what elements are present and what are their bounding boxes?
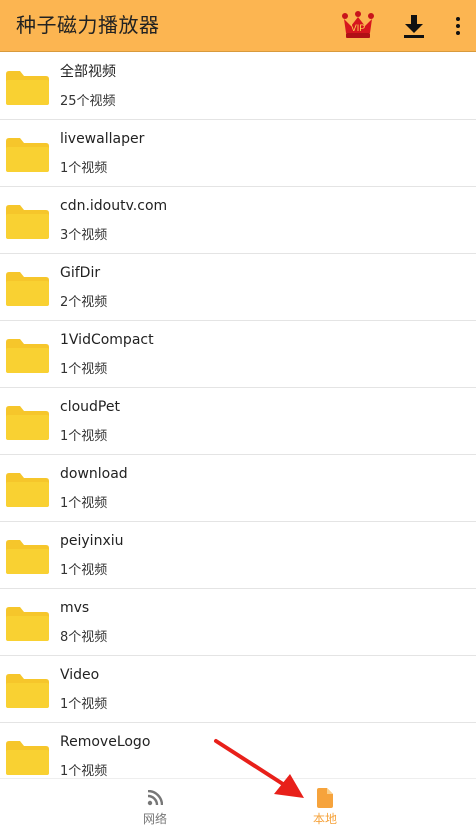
folder-name: Video xyxy=(60,667,100,683)
folder-item[interactable]: download 1个视频 xyxy=(0,455,476,522)
folder-item[interactable]: mvs 8个视频 xyxy=(0,589,476,656)
download-button[interactable] xyxy=(394,6,434,46)
folder-count: 25个视频 xyxy=(60,94,116,109)
folder-item[interactable]: Video 1个视频 xyxy=(0,656,476,723)
folder-item[interactable]: cdn.idoutv.com 3个视频 xyxy=(0,187,476,254)
folder-count: 1个视频 xyxy=(60,161,108,176)
folder-item[interactable]: 全部视频 25个视频 xyxy=(0,53,476,120)
folder-item[interactable]: peiyinxiu 1个视频 xyxy=(0,522,476,589)
folder-name: download xyxy=(60,466,128,482)
folder-item[interactable]: cloudPet 1个视频 xyxy=(0,388,476,455)
folder-count: 1个视频 xyxy=(60,697,108,712)
folder-icon xyxy=(6,741,49,775)
folder-icon xyxy=(6,339,49,373)
folder-icon xyxy=(6,138,49,172)
document-icon xyxy=(316,788,334,808)
folder-name: 全部视频 xyxy=(60,64,116,80)
more-options-button[interactable] xyxy=(440,6,476,46)
folder-icon xyxy=(6,272,49,306)
vip-badge-text: VIP xyxy=(351,23,366,33)
folder-icon xyxy=(6,674,49,708)
crown-vip-icon: VIP xyxy=(342,11,374,38)
folder-name: cloudPet xyxy=(60,399,120,415)
folder-item[interactable]: livewallaper 1个视频 xyxy=(0,120,476,187)
tab-local-label: 本地 xyxy=(312,812,337,826)
folder-item[interactable]: GifDir 2个视频 xyxy=(0,254,476,321)
app-title: 种子磁力播放器 xyxy=(16,13,160,37)
tab-network-label: 网络 xyxy=(142,812,167,826)
folder-name: GifDir xyxy=(60,265,101,281)
folder-count: 8个视频 xyxy=(60,630,108,645)
folder-icon xyxy=(6,71,49,105)
folder-count: 1个视频 xyxy=(60,429,108,444)
folder-list: 全部视频 25个视频 livewallaper 1个视频 cdn.idoutv.… xyxy=(0,53,476,790)
folder-name: cdn.idoutv.com xyxy=(60,198,168,214)
folder-icon xyxy=(6,540,49,574)
folder-icon xyxy=(6,205,49,239)
folder-count: 1个视频 xyxy=(60,496,108,511)
folder-name: peiyinxiu xyxy=(60,533,124,549)
folder-icon xyxy=(6,406,49,440)
folder-count: 3个视频 xyxy=(60,228,108,243)
app-bar: 种子磁力播放器 VIP xyxy=(0,0,476,52)
download-icon xyxy=(404,15,424,38)
tab-network[interactable]: 网络 xyxy=(110,779,200,831)
folder-icon xyxy=(6,473,49,507)
folder-name: RemoveLogo xyxy=(60,734,151,750)
rss-feed-icon xyxy=(146,788,164,808)
folder-name: 1VidCompact xyxy=(60,332,154,348)
folder-name: mvs xyxy=(60,600,90,616)
more-vert-icon xyxy=(456,17,460,35)
folder-icon xyxy=(6,607,49,641)
folder-name: livewallaper xyxy=(60,131,145,147)
folder-count: 1个视频 xyxy=(60,563,108,578)
folder-count: 2个视频 xyxy=(60,295,108,310)
tab-local[interactable]: 本地 xyxy=(280,779,370,831)
bottom-nav: 网络 本地 xyxy=(0,778,476,830)
vip-button[interactable]: VIP xyxy=(338,6,378,46)
folder-count: 1个视频 xyxy=(60,362,108,377)
folder-item[interactable]: 1VidCompact 1个视频 xyxy=(0,321,476,388)
